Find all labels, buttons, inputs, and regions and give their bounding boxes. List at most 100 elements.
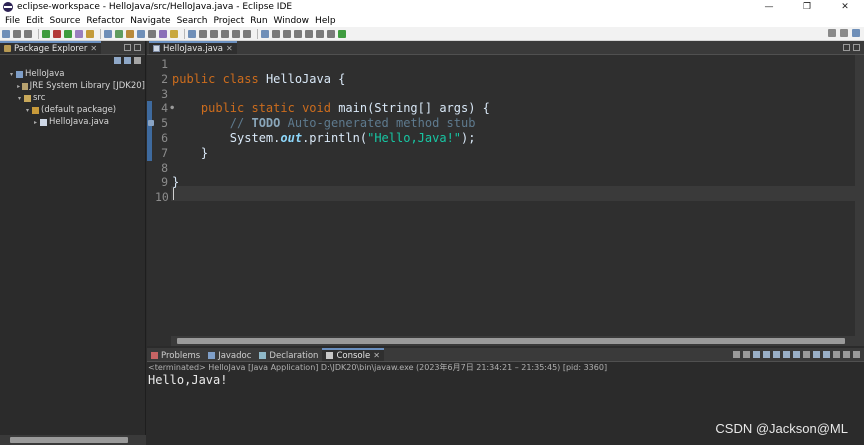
tree-item[interactable]: ▸ JRE System Library [JDK20] <box>0 80 145 92</box>
menu-help[interactable]: Help <box>312 16 339 26</box>
menu-search[interactable]: Search <box>174 16 211 26</box>
expanded-chevron-icon[interactable]: ▾ <box>8 71 15 78</box>
menu-navigate[interactable]: Navigate <box>127 16 173 26</box>
toolbar-button-icon[interactable] <box>64 29 72 38</box>
collapsed-chevron-icon[interactable]: ▸ <box>32 119 39 126</box>
tab-package-explorer[interactable]: Package Explorer ✕ <box>0 41 102 54</box>
declaration-icon <box>259 352 267 359</box>
expanded-chevron-icon[interactable]: ▾ <box>16 95 23 102</box>
editor-horizontal-scrollbar[interactable] <box>171 336 855 346</box>
menu-file[interactable]: File <box>2 16 23 26</box>
toolbar-button-icon[interactable] <box>232 29 240 38</box>
menu-refactor[interactable]: Refactor <box>83 16 127 26</box>
link-with-editor-icon[interactable] <box>124 57 131 64</box>
task-marker-icon[interactable] <box>148 120 154 126</box>
toolbar-button-icon[interactable] <box>53 29 61 38</box>
toolbar-button-icon[interactable] <box>210 29 218 38</box>
code-editor[interactable]: 1 2 3 4 ● 5 6 7 8 9 10 public class HelloJava { pu… <box>147 55 855 336</box>
close-icon[interactable]: ✕ <box>90 44 97 53</box>
console-toolbar-icon[interactable] <box>793 351 800 358</box>
console-toolbar-icon[interactable] <box>753 351 760 358</box>
menu-run[interactable]: Run <box>247 16 270 26</box>
tab-declaration[interactable]: Declaration <box>255 348 322 361</box>
toolbar-button-icon[interactable] <box>221 29 229 38</box>
console-toolbar-icon[interactable] <box>853 351 860 358</box>
toolbar-button-icon[interactable] <box>243 29 251 38</box>
toolbar-button-icon[interactable] <box>188 29 196 38</box>
tab-label: Declaration <box>269 350 319 361</box>
toolbar-button-icon[interactable] <box>13 29 21 38</box>
tree-item[interactable]: ▸ HelloJava.java <box>0 116 145 128</box>
toolbar-button-icon[interactable] <box>137 29 145 38</box>
close-icon[interactable]: ✕ <box>226 44 233 53</box>
toolbar-button-icon[interactable] <box>75 29 83 38</box>
tab-javadoc[interactable]: Javadoc <box>204 348 255 361</box>
toolbar-button-icon[interactable] <box>316 29 324 38</box>
tab-console[interactable]: Console ✕ <box>322 348 384 361</box>
toolbar-button-icon[interactable] <box>104 29 112 38</box>
tree-item[interactable]: ▾ src <box>0 92 145 104</box>
minimize-view-icon[interactable] <box>124 44 131 51</box>
tree-item[interactable]: ▾ (default package) <box>0 104 145 116</box>
console-toolbar-icon[interactable] <box>733 351 740 358</box>
expanded-chevron-icon[interactable]: ▾ <box>24 107 31 114</box>
console-toolbar-icon[interactable] <box>763 351 770 358</box>
tree-item-label: JRE System Library [JDK20] <box>29 81 145 91</box>
toolbar-button-icon[interactable] <box>159 29 167 38</box>
toolbar-button-icon[interactable] <box>261 29 269 38</box>
line-number: 1 <box>161 57 168 71</box>
perspective-icon[interactable] <box>852 29 860 37</box>
package-explorer-scrollbar[interactable] <box>0 435 146 445</box>
line-number: 5 <box>161 116 168 131</box>
toolbar-button-icon[interactable] <box>42 29 50 38</box>
perspective-icon[interactable] <box>828 29 836 37</box>
toolbar-button-icon[interactable] <box>126 29 134 38</box>
toolbar-button-icon[interactable] <box>283 29 291 38</box>
close-icon[interactable]: ✕ <box>373 351 380 360</box>
perspective-icon[interactable] <box>840 29 848 37</box>
console-toolbar-icon[interactable] <box>743 351 750 358</box>
toolbar-button-icon[interactable] <box>115 29 123 38</box>
tab-problems[interactable]: Problems <box>147 348 204 361</box>
menu-project[interactable]: Project <box>210 16 247 26</box>
console-toolbar-icon[interactable] <box>813 351 820 358</box>
problems-icon <box>151 352 158 359</box>
scrollbar-thumb[interactable] <box>10 437 128 443</box>
scrollbar-thumb[interactable] <box>177 338 845 344</box>
collapse-all-icon[interactable] <box>114 57 121 64</box>
toolbar-button-icon[interactable] <box>170 29 178 38</box>
collapsed-chevron-icon[interactable]: ▸ <box>16 83 21 90</box>
toolbar-button-icon[interactable] <box>327 29 335 38</box>
console-toolbar-icon[interactable] <box>783 351 790 358</box>
console-toolbar-icon[interactable] <box>773 351 780 358</box>
menu-window[interactable]: Window <box>271 16 313 26</box>
console-toolbar-icon[interactable] <box>823 351 830 358</box>
menu-edit[interactable]: Edit <box>23 16 46 26</box>
toolbar-button-icon[interactable] <box>294 29 302 38</box>
close-button[interactable]: ✕ <box>826 0 864 14</box>
toolbar-button-icon[interactable] <box>199 29 207 38</box>
toolbar-button-icon[interactable] <box>305 29 313 38</box>
maximize-button[interactable]: ❐ <box>788 0 826 14</box>
editor-vertical-scrollbar[interactable] <box>855 55 864 346</box>
toolbar-button-icon[interactable] <box>338 29 346 38</box>
maximize-view-icon[interactable] <box>134 44 141 51</box>
toolbar-button-icon[interactable] <box>148 29 156 38</box>
console-output[interactable]: Hello,Java! <box>147 373 864 388</box>
console-toolbar-icon[interactable] <box>833 351 840 358</box>
toolbar-button-icon[interactable] <box>272 29 280 38</box>
console-toolbar-icon[interactable] <box>843 351 850 358</box>
maximize-view-icon[interactable] <box>853 44 860 51</box>
tab-hellojava-java[interactable]: HelloJava.java ✕ <box>149 41 237 54</box>
view-menu-icon[interactable] <box>134 57 141 64</box>
tree-item[interactable]: ▾ HelloJava <box>0 68 145 80</box>
tab-label: HelloJava.java <box>163 43 224 54</box>
toolbar-button-icon[interactable] <box>86 29 94 38</box>
console-toolbar-icon[interactable] <box>803 351 810 358</box>
minimize-view-icon[interactable] <box>843 44 850 51</box>
source-code[interactable]: public class HelloJava { public static v… <box>172 57 490 205</box>
toolbar-button-icon[interactable] <box>24 29 32 38</box>
minimize-button[interactable]: — <box>750 0 788 14</box>
toolbar-button-icon[interactable] <box>2 29 10 38</box>
menu-source[interactable]: Source <box>47 16 84 26</box>
